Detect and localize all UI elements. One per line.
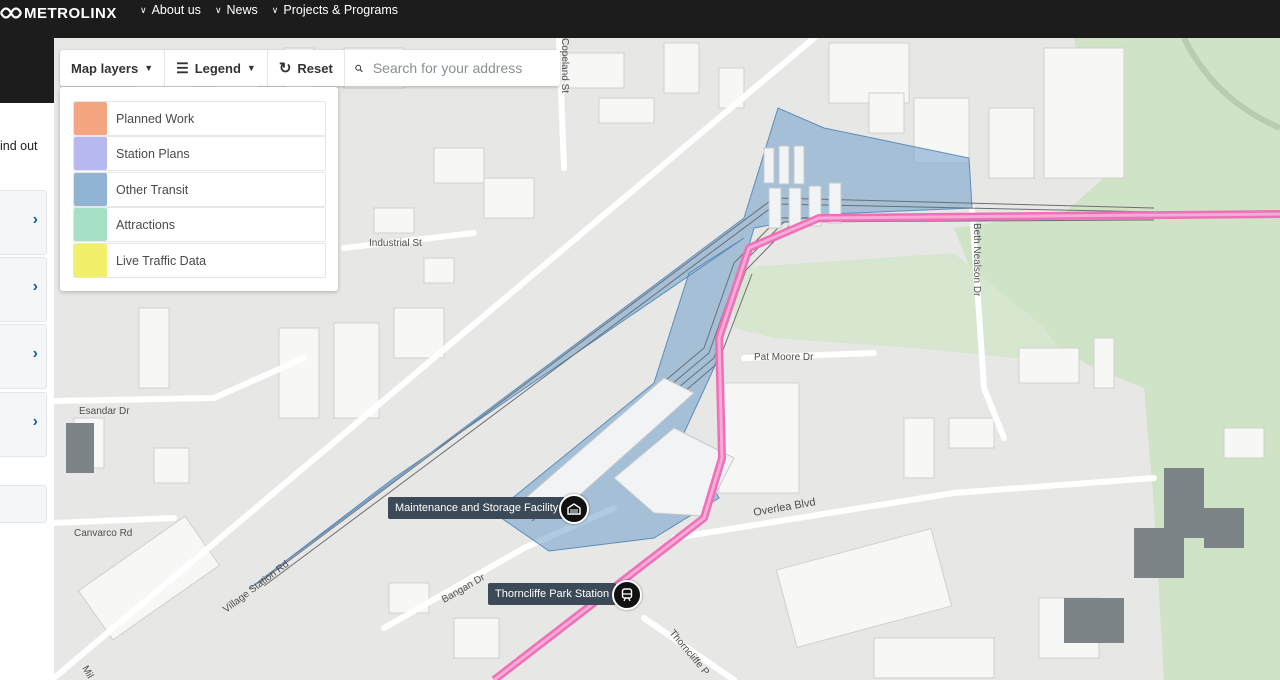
nav-label: About us	[151, 3, 201, 17]
caret-down-icon: ▼	[246, 63, 256, 73]
reset-label: Reset	[297, 60, 333, 76]
nav-label: Projects & Programs	[283, 3, 399, 17]
street-label-esandar: Esandar Dr	[79, 406, 130, 417]
chevron-right-icon: ›	[32, 413, 38, 430]
layer-swatch	[74, 208, 107, 241]
side-panel-text: ind out	[0, 139, 38, 153]
thorncliffe-station-label[interactable]: Thorncliffe Park Station	[488, 583, 617, 605]
list-icon: ☰	[176, 59, 189, 76]
search-input[interactable]	[370, 59, 550, 77]
maintenance-facility-label[interactable]: Maintenance and Storage Facility	[388, 497, 566, 519]
layer-label: Station Plans	[116, 146, 190, 161]
garage-icon[interactable]	[559, 494, 589, 524]
street-label-industrial: Industrial St	[369, 238, 422, 249]
side-panel-card[interactable]	[0, 485, 47, 523]
layer-swatch	[74, 173, 107, 206]
address-search[interactable]	[345, 50, 560, 86]
street-label-mill: Mil	[79, 664, 95, 680]
map-toolbar: Map layers ▼ ☰ Legend ▼ ↻ Reset	[60, 50, 560, 86]
reset-button[interactable]: ↻ Reset	[268, 50, 345, 86]
chevron-right-icon: ›	[32, 211, 38, 228]
side-panel-card[interactable]: ›	[0, 324, 47, 389]
caret-down-icon: ▼	[144, 63, 154, 73]
layer-swatch	[74, 102, 107, 135]
chevron-right-icon: ›	[32, 278, 38, 295]
layer-label: Other Transit	[116, 182, 189, 197]
layer-live-traffic-data[interactable]: Live Traffic Data	[73, 243, 326, 278]
metrolinx-logo-icon	[0, 7, 22, 19]
nav-news[interactable]: ∨ News	[215, 3, 258, 17]
layer-station-plans[interactable]: Station Plans	[73, 136, 326, 171]
layer-planned-work[interactable]: Planned Work	[73, 101, 326, 136]
nav-projects-programs[interactable]: ∨ Projects & Programs	[272, 3, 398, 17]
refresh-icon: ↻	[278, 60, 292, 77]
street-label-village-station: Village Station Rd	[221, 559, 291, 616]
layer-other-transit[interactable]: Other Transit	[73, 172, 326, 207]
nav-label: News	[226, 3, 258, 17]
street-label-thorncliffe: Thorncliffe P	[667, 628, 712, 678]
sub-header-bar	[0, 38, 54, 103]
nav-about-us[interactable]: ∨ About us	[140, 3, 201, 17]
street-label-beth-nealson: Beth Nealson Dr	[971, 223, 982, 297]
search-icon	[355, 64, 363, 72]
layer-swatch	[74, 137, 107, 170]
street-label-copeland: Copeland St	[559, 38, 570, 93]
legend-label: Legend	[194, 60, 241, 76]
metrolinx-logo[interactable]: METROLINX	[0, 4, 117, 22]
top-navigation-bar: METROLINX ∨ About us ∨ News ∨ Projects &…	[0, 0, 1280, 38]
train-icon[interactable]	[612, 580, 642, 610]
street-label-pat-moore: Pat Moore Dr	[754, 352, 814, 363]
side-panel-card[interactable]: ›	[0, 190, 47, 255]
chevron-right-icon: ›	[32, 345, 38, 362]
map-layers-panel: Planned Work Station Plans Other Transit…	[60, 87, 338, 291]
chevron-down-icon: ∨	[140, 4, 147, 15]
side-panel: ind out › › › ›	[0, 103, 54, 680]
chevron-down-icon: ∨	[271, 4, 279, 15]
logo-text: METROLINX	[24, 4, 117, 22]
legend-button[interactable]: ☰ Legend ▼	[165, 50, 268, 86]
chevron-down-icon: ∨	[214, 4, 222, 15]
street-label-canvarco: Canvarco Rd	[74, 528, 132, 539]
map-layers-button[interactable]: Map layers ▼	[60, 50, 166, 86]
side-panel-card[interactable]: ›	[0, 257, 47, 322]
layer-label: Planned Work	[116, 111, 195, 126]
layer-attractions[interactable]: Attractions	[73, 207, 326, 242]
side-panel-card[interactable]: ›	[0, 392, 47, 457]
layer-label: Attractions	[116, 217, 176, 232]
layer-label: Live Traffic Data	[116, 253, 207, 268]
map-layers-label: Map layers	[71, 60, 139, 76]
layer-swatch	[74, 244, 107, 277]
main-nav: ∨ About us ∨ News ∨ Projects & Programs	[140, 3, 398, 17]
